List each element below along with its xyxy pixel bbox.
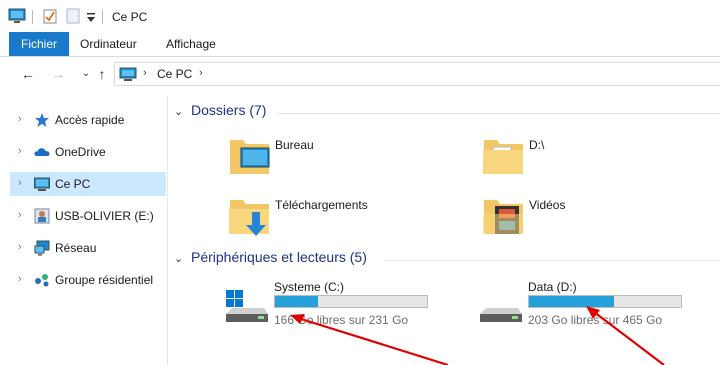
properties-icon[interactable] bbox=[42, 8, 58, 27]
desktop-folder-icon bbox=[229, 134, 271, 180]
sidebar-item-onedrive[interactable]: › OneDrive bbox=[10, 140, 166, 164]
up-arrow-icon[interactable]: ↑ bbox=[94, 66, 110, 82]
sidebar-item-label: OneDrive bbox=[55, 145, 106, 159]
navigation-pane: › Accès rapide › OneDrive › Ce PC › USB-… bbox=[0, 96, 168, 365]
tab-ordinateur[interactable]: Ordinateur bbox=[68, 32, 149, 56]
expand-chevron-icon[interactable]: › bbox=[18, 273, 22, 285]
drive-name: Systeme (C:) bbox=[274, 280, 345, 294]
customize-toolbar-dropdown-icon[interactable] bbox=[86, 12, 96, 26]
expand-chevron-icon[interactable]: › bbox=[18, 209, 22, 221]
sidebar-item-label: Réseau bbox=[55, 241, 97, 255]
group-title: Périphériques et lecteurs (5) bbox=[191, 249, 367, 265]
collapse-chevron-icon[interactable]: ⌄ bbox=[174, 105, 183, 118]
folder-label: Vidéos bbox=[529, 198, 566, 212]
drive-item-systeme-c[interactable]: Systeme (C:) 166 Go libres sur 231 Go bbox=[224, 278, 464, 330]
toolbar-separator bbox=[32, 10, 33, 24]
toolbar-separator bbox=[102, 10, 103, 24]
collapse-chevron-icon[interactable]: ⌄ bbox=[174, 252, 183, 265]
folder-icon bbox=[483, 134, 525, 180]
drive-usage-fill bbox=[529, 296, 615, 307]
folder-item-bureau[interactable]: Bureau bbox=[229, 134, 469, 184]
drive-name: Data (D:) bbox=[528, 280, 577, 294]
recent-locations-chevron-icon[interactable]: ⌄ bbox=[78, 66, 94, 82]
computer-icon bbox=[8, 8, 26, 27]
drive-free-space: 166 Go libres sur 231 Go bbox=[274, 313, 409, 327]
navigation-bar: ← → ⌄ ↑ › Ce PC › bbox=[0, 57, 720, 91]
back-arrow-icon[interactable]: ← bbox=[20, 66, 36, 82]
sidebar-item-usb-olivier[interactable]: › USB-OLIVIER (E:) bbox=[10, 204, 166, 228]
forward-arrow-icon[interactable]: → bbox=[50, 66, 66, 82]
folder-item-videos[interactable]: Vidéos bbox=[483, 194, 720, 244]
expand-chevron-icon[interactable]: › bbox=[18, 113, 22, 125]
hard-drive-icon bbox=[478, 278, 524, 324]
videos-folder-icon bbox=[483, 194, 525, 240]
folder-label: D:\ bbox=[529, 138, 545, 152]
expand-chevron-icon[interactable]: › bbox=[18, 145, 22, 157]
breadcrumb-item[interactable]: Ce PC bbox=[157, 67, 192, 81]
computer-icon bbox=[34, 176, 50, 192]
folder-label: Téléchargements bbox=[275, 198, 368, 212]
sidebar-item-ce-pc[interactable]: › Ce PC bbox=[10, 172, 166, 196]
title-bar: Ce PC bbox=[0, 0, 720, 32]
usb-drive-icon bbox=[34, 208, 50, 224]
drive-usage-bar bbox=[528, 295, 682, 308]
network-icon bbox=[34, 240, 50, 256]
window-title: Ce PC bbox=[112, 10, 148, 24]
group-divider bbox=[384, 260, 720, 261]
sidebar-item-label: Groupe résidentiel bbox=[55, 273, 154, 287]
breadcrumb-chevron-icon[interactable]: › bbox=[199, 67, 203, 79]
sidebar-item-reseau[interactable]: › Réseau bbox=[10, 236, 166, 260]
sidebar-item-label: Ce PC bbox=[55, 177, 91, 191]
sidebar-item-groupe-residentiel[interactable]: › Groupe résidentiel bbox=[10, 268, 166, 292]
sidebar-item-label: Accès rapide bbox=[55, 113, 125, 127]
drive-usage-bar bbox=[274, 295, 428, 308]
star-icon bbox=[34, 112, 50, 128]
sidebar-item-label: USB-OLIVIER (E:) bbox=[55, 209, 154, 223]
computer-icon bbox=[119, 67, 137, 85]
group-title: Dossiers (7) bbox=[191, 102, 267, 118]
drive-usage-fill bbox=[275, 296, 318, 307]
cloud-icon bbox=[34, 144, 50, 160]
folder-item-telechargements[interactable]: Téléchargements bbox=[229, 194, 469, 244]
drive-free-space: 203 Go libres sur 465 Go bbox=[528, 313, 663, 327]
expand-chevron-icon[interactable]: › bbox=[18, 177, 22, 189]
folder-item-d[interactable]: D:\ bbox=[483, 134, 720, 184]
tab-fichier[interactable]: Fichier bbox=[9, 32, 70, 56]
breadcrumb-chevron-icon[interactable]: › bbox=[143, 67, 147, 79]
sidebar-item-acces-rapide[interactable]: › Accès rapide bbox=[10, 108, 166, 132]
ribbon-tabs: Fichier Ordinateur Affichage bbox=[0, 32, 720, 57]
group-divider bbox=[278, 113, 720, 114]
windows-drive-icon bbox=[224, 278, 270, 324]
new-folder-icon[interactable] bbox=[66, 8, 80, 27]
address-bar[interactable]: › Ce PC › bbox=[114, 62, 720, 86]
downloads-folder-icon bbox=[229, 194, 271, 240]
expand-chevron-icon[interactable]: › bbox=[18, 241, 22, 253]
tab-affichage[interactable]: Affichage bbox=[154, 32, 228, 56]
drive-item-data-d[interactable]: Data (D:) 203 Go libres sur 465 Go bbox=[478, 278, 718, 330]
homegroup-icon bbox=[34, 272, 50, 288]
folder-label: Bureau bbox=[275, 138, 314, 152]
